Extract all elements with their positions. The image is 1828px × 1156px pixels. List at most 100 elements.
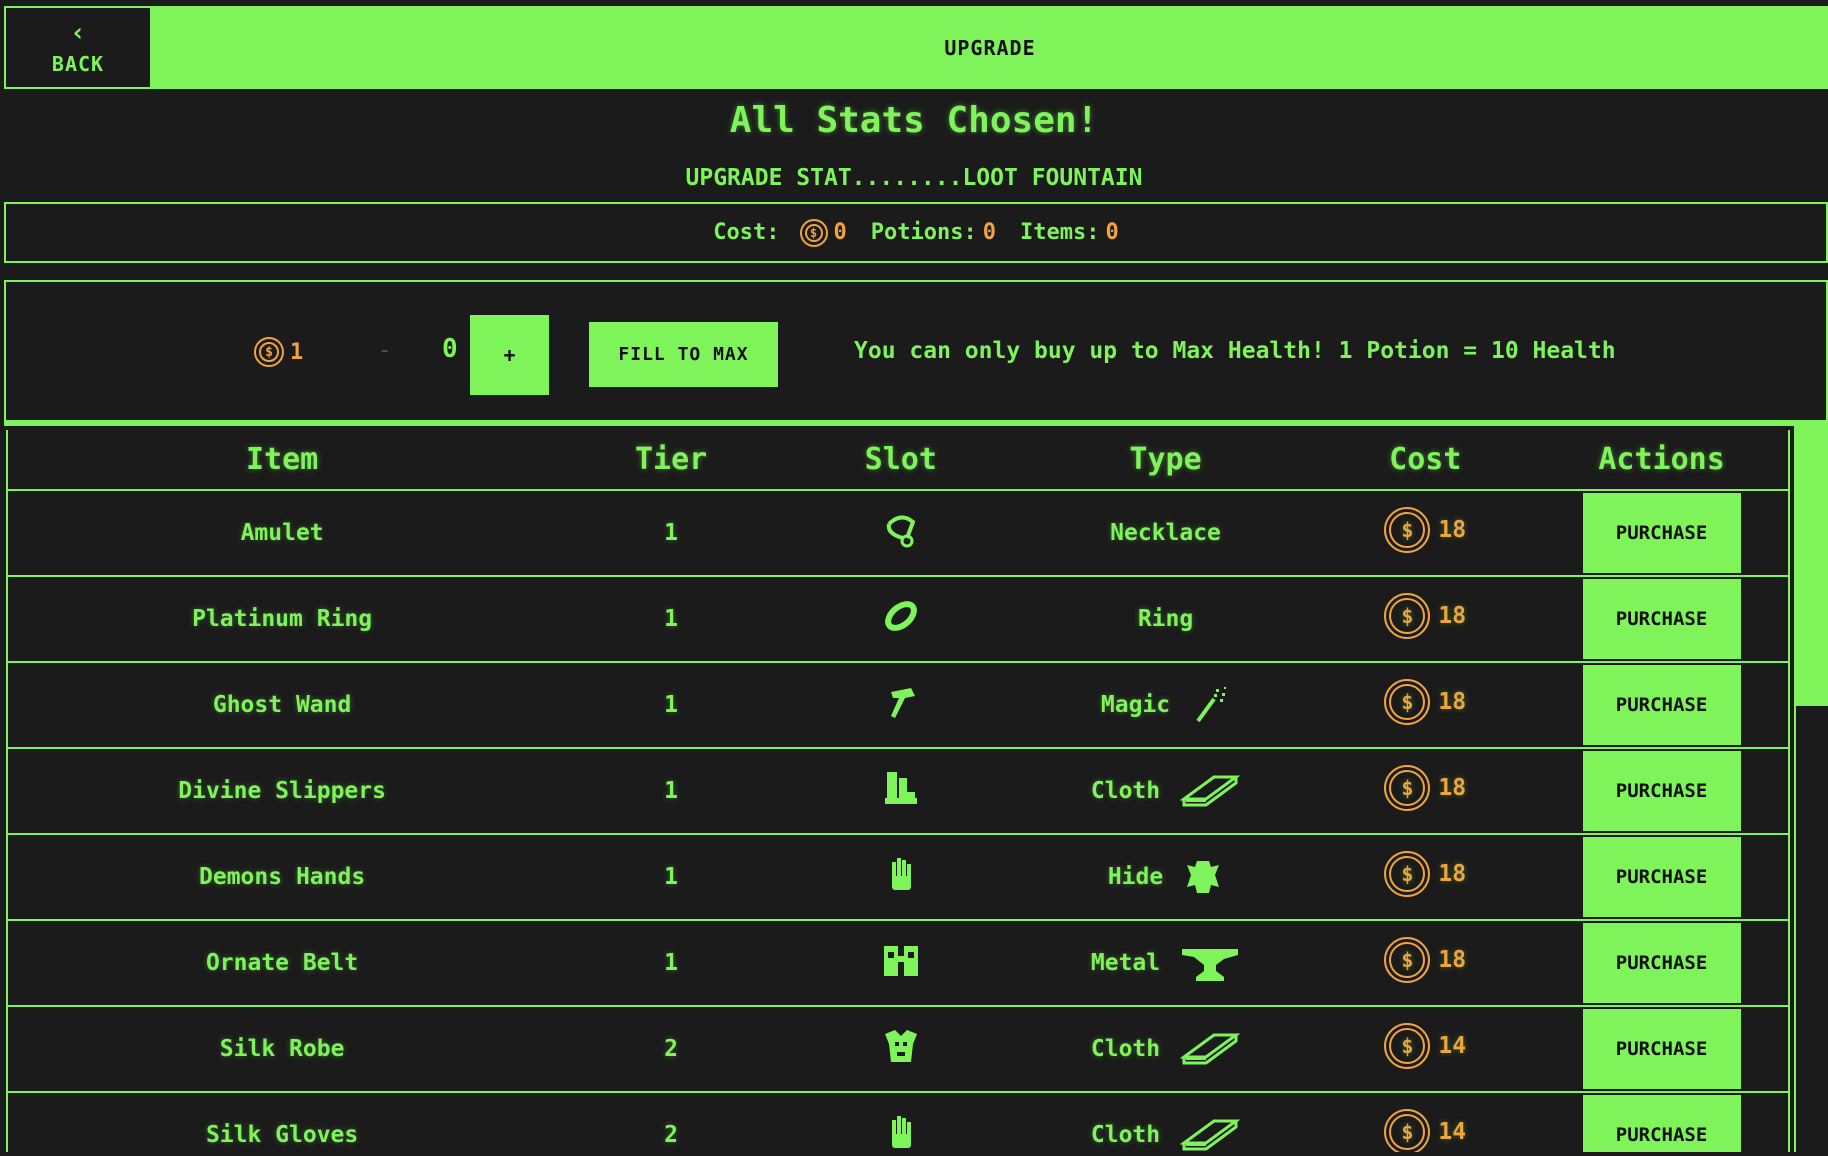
scrollbar-thumb[interactable] <box>1794 706 1828 1152</box>
column-header-cost[interactable]: Cost <box>1315 430 1536 491</box>
item-tier: 1 <box>556 834 786 921</box>
item-slot <box>785 834 1016 921</box>
weapon-icon <box>881 682 921 722</box>
gold-coin-icon: $ <box>1384 851 1431 897</box>
stats-heading: All Stats Chosen! <box>729 100 1099 141</box>
scrollbar-track[interactable] <box>1794 426 1828 1152</box>
potions-value: 0 <box>982 220 996 245</box>
potion-quantity: 0 <box>442 334 458 364</box>
item-slot <box>785 920 1016 1007</box>
hide-icon <box>1183 857 1223 897</box>
items-value: 0 <box>1105 220 1119 245</box>
table-row: Silk Robe 2 Cloth $14 PURCHASE <box>7 1006 1789 1093</box>
item-actions: PURCHASE <box>1535 662 1789 749</box>
boots-icon <box>881 768 921 808</box>
item-type-label: Cloth <box>1090 1122 1161 1148</box>
item-name: Ornate Belt <box>7 920 557 1007</box>
item-cost: $14 <box>1315 1092 1536 1152</box>
item-actions: PURCHASE <box>1535 1006 1789 1093</box>
table-row: Platinum Ring 1 Ring $18 PURCHASE <box>7 576 1789 663</box>
item-cost-value: 18 <box>1438 947 1467 973</box>
increase-potion-button[interactable]: + <box>470 315 549 395</box>
item-type: Metal <box>1015 920 1316 1007</box>
item-type-label: Magic <box>1100 692 1171 718</box>
item-cost: $18 <box>1315 748 1536 835</box>
back-button[interactable]: ‹ BACK <box>4 6 152 89</box>
item-tier: 1 <box>556 748 786 835</box>
item-type-label: Ring <box>1137 606 1194 632</box>
table-row: Ornate Belt 1 Metal $18 PURCHASE <box>7 920 1789 1007</box>
table-header-row: Item Tier Slot Type Cost Actions <box>7 430 1789 491</box>
item-cost-value: 18 <box>1438 861 1467 887</box>
decrease-potion-button[interactable]: - <box>378 338 391 363</box>
item-slot <box>785 1006 1016 1093</box>
items-label: Items: <box>1019 220 1100 245</box>
table-row: Demons Hands 1 Hide $18 PURCHASE <box>7 834 1789 921</box>
table-row: Silk Gloves 2 Cloth $14 PURCHASE <box>7 1092 1789 1152</box>
item-type: Ring <box>1015 576 1316 663</box>
purchase-button[interactable]: PURCHASE <box>1582 1009 1741 1089</box>
fill-to-max-button[interactable]: FILL TO MAX <box>589 322 778 387</box>
gold-coin-icon: $ <box>1384 593 1431 639</box>
magic-wand-icon <box>1190 685 1230 725</box>
gold-coin-icon: $ <box>1384 679 1431 725</box>
column-header-item[interactable]: Item <box>7 430 557 491</box>
item-actions: PURCHASE <box>1535 490 1789 577</box>
gold-coin-icon: $ <box>799 218 828 247</box>
cost-value: 0 <box>833 220 847 245</box>
item-actions: PURCHASE <box>1535 748 1789 835</box>
item-actions: PURCHASE <box>1535 834 1789 921</box>
gold-coin-icon: $ <box>254 337 284 367</box>
item-cost-value: 18 <box>1438 517 1467 543</box>
purchase-button[interactable]: PURCHASE <box>1582 923 1741 1003</box>
cost-summary: Cost: $ 0 Potions: 0 Items: 0 <box>4 202 1828 263</box>
item-type: Magic <box>1015 662 1316 749</box>
items-table-container: Item Tier Slot Type Cost Actions Amulet … <box>4 426 1828 1152</box>
gold-coin-icon: $ <box>1384 1109 1431 1152</box>
item-cost-value: 18 <box>1438 689 1467 715</box>
purchase-button[interactable]: PURCHASE <box>1582 493 1741 573</box>
item-name: Platinum Ring <box>7 576 557 663</box>
item-actions: PURCHASE <box>1535 1092 1789 1152</box>
item-type-label: Metal <box>1090 950 1161 976</box>
item-cost: $18 <box>1315 834 1536 921</box>
top-bar: ‹ BACK UPGRADE <box>0 0 1828 92</box>
item-name: Demons Hands <box>7 834 557 921</box>
purchase-button[interactable]: PURCHASE <box>1582 1095 1741 1152</box>
item-cost: $18 <box>1315 920 1536 1007</box>
potions-label: Potions: <box>870 220 977 245</box>
item-cost: $18 <box>1315 490 1536 577</box>
item-name: Divine Slippers <box>7 748 557 835</box>
item-type: Cloth <box>1015 1006 1316 1093</box>
item-slot <box>785 1092 1016 1152</box>
cost-label: Cost: <box>713 220 780 245</box>
column-header-tier[interactable]: Tier <box>556 430 786 491</box>
column-header-slot[interactable]: Slot <box>785 430 1016 491</box>
items-table: Item Tier Slot Type Cost Actions Amulet … <box>6 430 1790 1152</box>
item-tier: 2 <box>556 1092 786 1152</box>
purchase-button[interactable]: PURCHASE <box>1582 665 1741 745</box>
gloves-icon <box>881 854 921 894</box>
table-row: Ghost Wand 1 Magic $18 PURCHASE <box>7 662 1789 749</box>
item-type: Hide <box>1015 834 1316 921</box>
item-tier: 1 <box>556 920 786 1007</box>
item-type: Cloth <box>1015 748 1316 835</box>
gold-coin-icon: $ <box>1384 507 1431 553</box>
gold-coin-icon: $ <box>1384 1023 1431 1069</box>
chevron-left-icon: ‹ <box>70 17 86 48</box>
purchase-button[interactable]: PURCHASE <box>1582 837 1741 917</box>
item-name: Silk Gloves <box>7 1092 557 1152</box>
item-cost: $18 <box>1315 662 1536 749</box>
potion-info-message: You can only buy up to Max Health! 1 Pot… <box>854 338 1616 364</box>
column-header-type[interactable]: Type <box>1015 430 1316 491</box>
purchase-button[interactable]: PURCHASE <box>1582 751 1741 831</box>
table-row: Amulet 1 Necklace $18 PURCHASE <box>7 490 1789 577</box>
item-actions: PURCHASE <box>1535 576 1789 663</box>
item-slot <box>785 748 1016 835</box>
item-slot <box>785 576 1016 663</box>
gold-coin-icon: $ <box>1384 937 1431 983</box>
purchase-button[interactable]: PURCHASE <box>1582 579 1741 659</box>
item-type-label: Hide <box>1107 864 1164 890</box>
item-slot <box>785 662 1016 749</box>
cloth-icon <box>1180 1115 1241 1152</box>
